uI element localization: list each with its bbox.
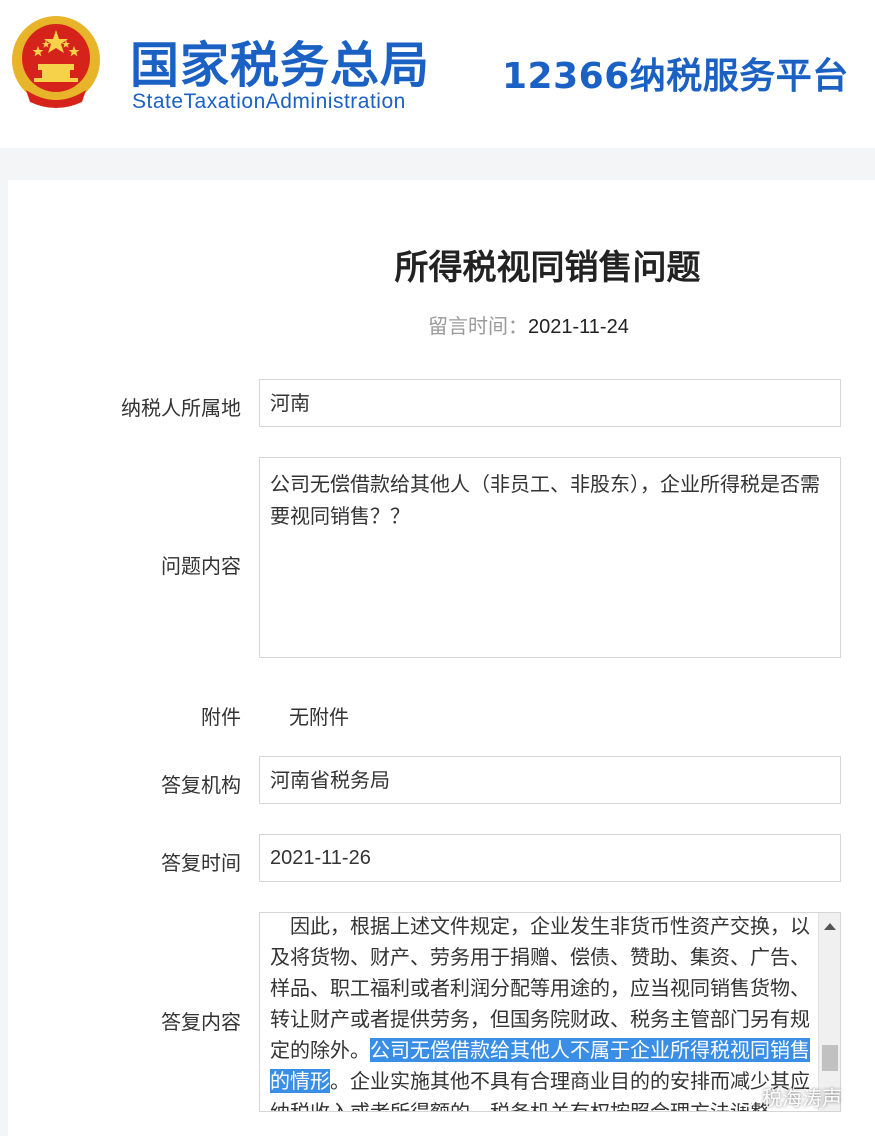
org-name-en: StateTaxationAdministration [132, 90, 406, 113]
reply-time-label: 答复时间 [161, 851, 241, 875]
national-emblem-icon [12, 16, 100, 108]
watermark-text: 税海涛声 [762, 1086, 842, 1110]
reply-text-after: 。企业实施其他不具有合理商业目的的安排而减少其应纳税收入或者所得额的，税务机关有… [270, 1069, 810, 1112]
reply-time-field[interactable]: 2021-11-26 [259, 834, 841, 882]
site-header: 国家税务总局 StateTaxationAdministration 12366… [0, 0, 875, 148]
attachment-label: 附件 [201, 705, 241, 729]
reply-org-field[interactable]: 河南省税务局 [259, 756, 841, 804]
location-field[interactable]: 河南 [259, 379, 841, 427]
message-time-label: 留言时间： [428, 314, 528, 338]
scroll-up-arrow-icon[interactable] [824, 923, 836, 930]
watermark: 税海涛声 [730, 1082, 842, 1111]
org-name-cn: 国家税务总局 [130, 37, 431, 94]
question-content-field[interactable]: 公司无偿借款给其他人（非员工、非股东），企业所得税是否需要视同销售？？ [259, 457, 841, 658]
attachment-value: 无附件 [289, 705, 349, 729]
reply-org-label: 答复机构 [161, 773, 241, 797]
message-time-value: 2021-11-24 [528, 316, 629, 338]
wechat-icon [730, 1086, 756, 1107]
message-time: 留言时间：2021-11-24 [428, 310, 629, 339]
location-label: 纳税人所属地 [121, 396, 241, 420]
reply-content-text: 因此，根据上述文件规定，企业发生非货币性资产交换，以及将货物、财产、劳务用于捐赠… [270, 913, 810, 1112]
reply-content-label: 答复内容 [161, 1010, 241, 1034]
scroll-thumb[interactable] [822, 1045, 838, 1071]
platform-name: 12366纳税服务平台 [502, 56, 849, 97]
page-title: 所得税视同销售问题 [394, 248, 701, 288]
question-content-label: 问题内容 [161, 554, 241, 578]
